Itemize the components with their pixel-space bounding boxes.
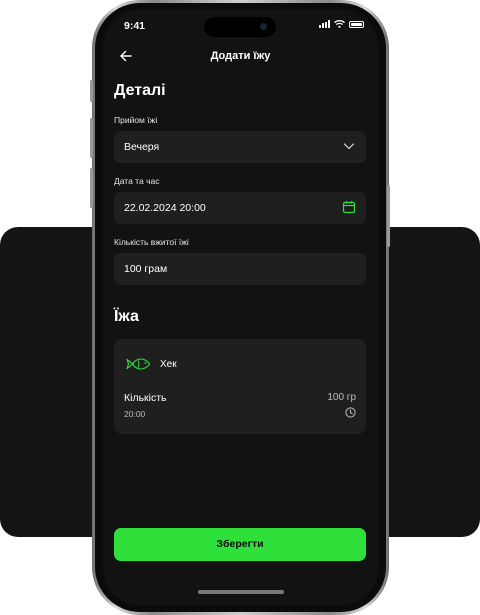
chevron-down-icon [343, 143, 355, 150]
food-time: 20:00 [124, 409, 146, 419]
dynamic-island [204, 17, 276, 37]
amount-field[interactable]: 100 грам [114, 253, 366, 285]
quantity-value: 100 гр [327, 392, 356, 403]
app-screen: 9:41 Додати їжу Деталі Прийом їжі Вечеря [103, 9, 378, 606]
phone-volume-up [90, 118, 93, 158]
page-title: Додати їжу [210, 50, 271, 62]
cellular-signal-icon [319, 20, 330, 28]
datetime-label: Дата та час [114, 176, 160, 186]
phone-action-button [90, 80, 93, 102]
wifi-icon [334, 20, 345, 28]
datetime-value: 22.02.2024 20:00 [124, 202, 206, 214]
amount-value: 100 грам [124, 263, 168, 275]
food-section-title: Їжа [114, 308, 139, 325]
home-indicator [198, 590, 284, 594]
meal-select[interactable]: Вечеря [114, 131, 366, 163]
calendar-icon[interactable] [342, 200, 356, 214]
details-section-title: Деталі [114, 82, 166, 99]
status-bar: 9:41 [103, 9, 378, 43]
phone-volume-down [90, 168, 93, 208]
battery-icon [349, 20, 364, 28]
nav-bar: Додати їжу [103, 45, 378, 69]
phone-power-button [387, 185, 390, 247]
datetime-field[interactable]: 22.02.2024 20:00 [114, 192, 366, 224]
clock-icon [345, 407, 356, 418]
camera-icon [260, 23, 267, 30]
quantity-label: Кількість [124, 392, 167, 404]
save-button[interactable]: Зберегти [114, 528, 366, 561]
meal-select-value: Вечеря [124, 141, 160, 153]
amount-label: Кількість вжитої їжі [114, 237, 189, 247]
meal-label: Прийом їжі [114, 115, 158, 125]
status-icons [319, 20, 364, 28]
food-card[interactable]: Хек Кількість 100 гр 20:00 [114, 339, 366, 434]
fish-icon [126, 358, 151, 370]
food-name: Хек [160, 359, 177, 370]
status-time: 9:41 [124, 20, 146, 32]
